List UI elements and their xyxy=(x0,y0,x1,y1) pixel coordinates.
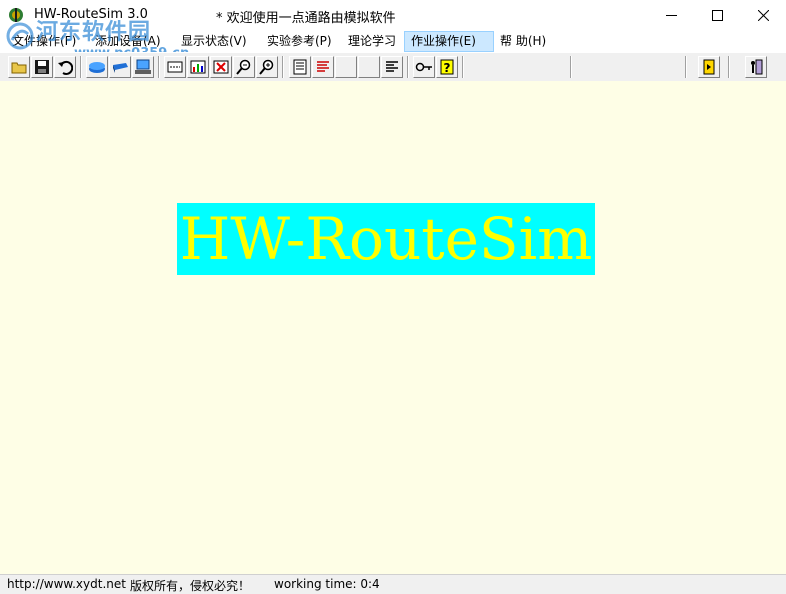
toolbar-separator xyxy=(728,56,730,78)
workspace-canvas[interactable]: HW-RouteSim xyxy=(0,81,786,574)
minimize-icon xyxy=(665,15,677,16)
status-url: http://www.xydt.net xyxy=(7,577,126,591)
toolbar-separator xyxy=(80,56,82,78)
zoom-out-icon xyxy=(236,59,251,75)
help-icon: ? xyxy=(440,59,454,75)
open-folder-icon xyxy=(11,62,27,74)
undo-button[interactable] xyxy=(54,56,76,78)
blank-icon xyxy=(338,59,354,75)
status-copyright: 版权所有，侵权必究！ xyxy=(130,579,251,593)
delete-icon xyxy=(213,60,229,74)
delete-button[interactable] xyxy=(210,56,232,78)
menu-homework[interactable]: 作业操作(E) xyxy=(404,31,494,52)
save-icon xyxy=(35,60,49,74)
close-button[interactable] xyxy=(740,0,786,31)
document-button[interactable] xyxy=(289,56,311,78)
toolbar-separator xyxy=(462,56,464,78)
blank-button[interactable] xyxy=(358,56,380,78)
undo-icon xyxy=(58,60,73,75)
app-window: HW-RouteSim 3.0 * 欢迎使用一点通路由模拟软件 文件操作(F) … xyxy=(0,0,786,594)
connect-icon xyxy=(167,61,183,73)
text-lines-icon xyxy=(317,61,329,72)
maximize-button[interactable] xyxy=(694,0,740,31)
switch-icon xyxy=(113,63,128,73)
close-icon xyxy=(757,10,769,21)
zoom-out-button[interactable] xyxy=(233,56,255,78)
toolbar: ? xyxy=(0,52,786,82)
switch-button[interactable] xyxy=(109,56,131,78)
document-icon xyxy=(293,59,307,75)
watermark-logo-icon xyxy=(6,22,34,50)
pc-icon xyxy=(135,59,151,74)
open-button[interactable] xyxy=(8,56,30,78)
router-icon xyxy=(89,62,105,73)
status-working-time: working time: 0:4 xyxy=(274,577,380,591)
status-bar: http://www.xydt.net 版权所有，侵权必究！ working t… xyxy=(0,574,786,594)
connect-button[interactable] xyxy=(164,56,186,78)
zoom-in-button[interactable] xyxy=(256,56,278,78)
exit-person-icon xyxy=(751,59,763,75)
toolbar-separator xyxy=(570,56,572,78)
splash-banner: HW-RouteSim xyxy=(177,203,595,275)
pc-button[interactable] xyxy=(132,56,154,78)
chart-icon xyxy=(190,60,206,74)
window-subtitle: * 欢迎使用一点通路由模拟软件 xyxy=(216,11,396,26)
minimize-button[interactable] xyxy=(648,0,694,31)
menu-lab-reference[interactable]: 实验参考(P) xyxy=(261,31,338,52)
router-button[interactable] xyxy=(86,56,108,78)
toolbar-separator xyxy=(282,56,284,78)
blank-button[interactable] xyxy=(335,56,357,78)
toolbar-separator xyxy=(407,56,409,78)
app-icon xyxy=(9,8,23,22)
chart-button[interactable] xyxy=(187,56,209,78)
key-icon xyxy=(415,62,432,72)
menu-help[interactable]: 帮 助(H) xyxy=(494,31,552,52)
exit-door-button[interactable] xyxy=(698,56,720,78)
svg-text:?: ? xyxy=(444,61,451,75)
exit-door-icon xyxy=(703,59,715,75)
zoom-in-icon xyxy=(259,59,274,75)
toolbar-separator xyxy=(158,56,160,78)
help-button[interactable]: ? xyxy=(436,56,458,78)
splash-title: HW-RouteSim xyxy=(179,205,593,273)
align-button[interactable] xyxy=(381,56,403,78)
key-button[interactable] xyxy=(413,56,435,78)
save-button[interactable] xyxy=(31,56,53,78)
align-icon xyxy=(386,61,398,72)
text-lines-button[interactable] xyxy=(312,56,334,78)
toolbar-separator xyxy=(685,56,687,78)
watermark-text: 河东软件园 xyxy=(36,19,152,45)
maximize-icon xyxy=(711,10,723,21)
menu-theory[interactable]: 理论学习 xyxy=(342,31,402,52)
exit-person-button[interactable] xyxy=(745,56,767,78)
blank-icon xyxy=(361,59,377,75)
